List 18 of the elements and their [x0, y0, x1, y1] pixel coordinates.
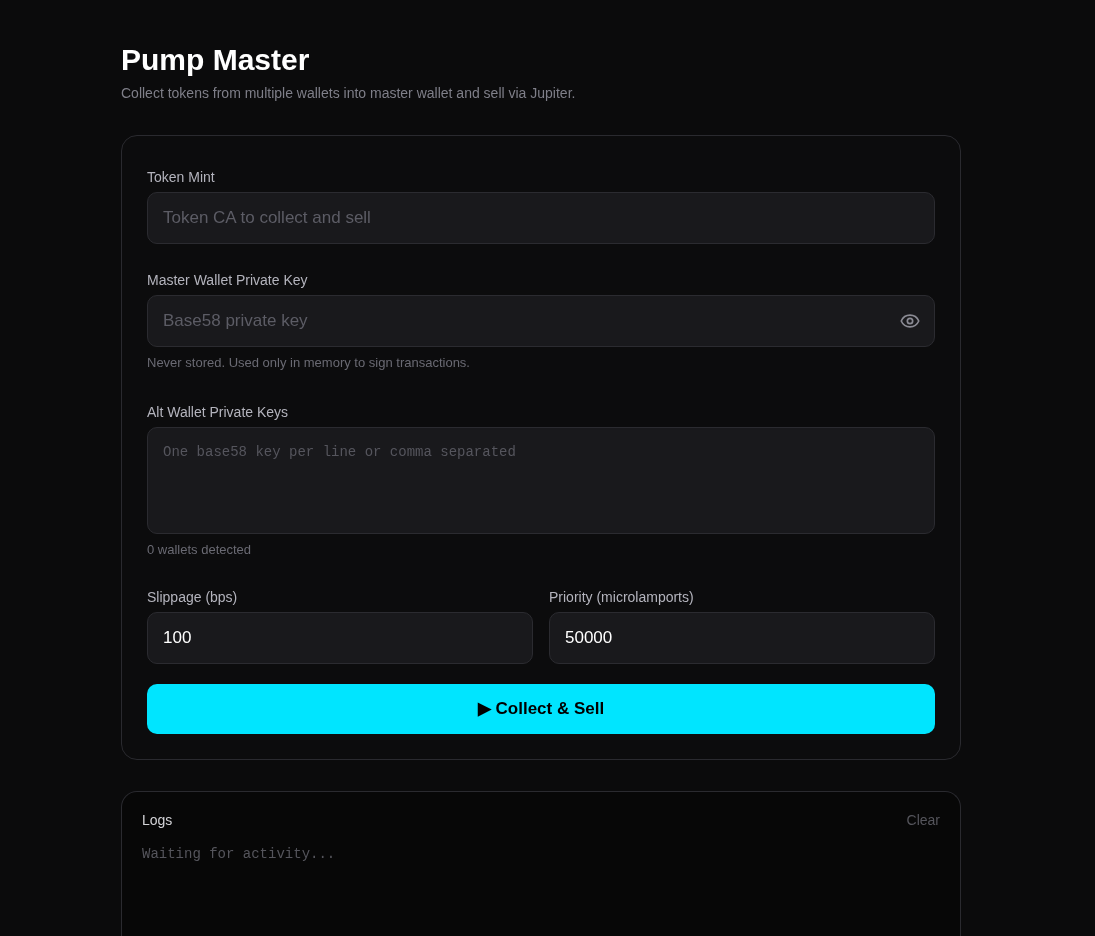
field-label: Alt Wallet Private Keys [147, 404, 290, 421]
field-label: Slippage (bps) [147, 589, 239, 606]
private-key-field[interactable]: Base58 private key [147, 295, 935, 347]
number-field[interactable]: 50000 [549, 612, 935, 664]
input-field[interactable]: Token CA to collect and sell [147, 192, 935, 244]
page-title: Pump Master [121, 42, 311, 78]
page-subtitle: Collect tokens from multiple wallets into master wallet and sell via Jupiter. [121, 84, 577, 102]
log-line: Waiting for activity... [142, 845, 337, 863]
field-label: Token Mint [147, 169, 216, 186]
field-label: Master Wallet Private Key [147, 272, 309, 289]
field-hint: 0 wallets detected [147, 542, 253, 558]
number-field[interactable]: 100 [147, 612, 533, 664]
field-label: Priority (microlamports) [549, 589, 695, 606]
eye-icon[interactable] [900, 311, 920, 331]
collect-sell-button[interactable]: ▶ Collect & Sell [147, 684, 935, 734]
field-hint: Never stored. Used only in memory to sign transactions. [147, 355, 471, 371]
private-keys-textarea[interactable]: One base58 key per line or comma separated [147, 427, 935, 534]
logs-title: Logs [142, 812, 173, 829]
